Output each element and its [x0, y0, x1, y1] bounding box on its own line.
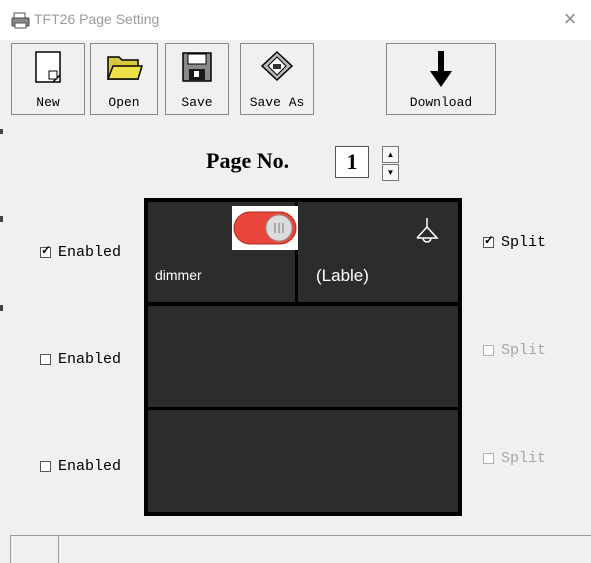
download-arrow-icon	[430, 51, 452, 87]
ceiling-lamp-icon	[416, 218, 439, 243]
page-number-input[interactable]: 1	[335, 146, 369, 178]
status-bar-divider	[58, 536, 59, 563]
row-3-split-label: Split	[501, 450, 547, 467]
status-bar	[10, 535, 591, 563]
status-bar-divider	[10, 536, 11, 563]
toggle-switch-icon[interactable]	[232, 206, 298, 250]
download-button-label: Download	[409, 95, 473, 110]
window-title: TFT26 Page Setting	[34, 11, 160, 27]
row-2-enabled-checkbox[interactable]: Enabled	[40, 351, 121, 368]
page-preview-panel: dimmer (Lable)	[144, 198, 462, 516]
new-button[interactable]: New	[11, 43, 85, 115]
checkbox-box[interactable]	[40, 243, 51, 258]
checkbox-box	[483, 345, 494, 356]
download-button[interactable]: Download	[386, 43, 496, 115]
row-2-split-checkbox: Split	[483, 342, 546, 359]
spin-down-arrow-icon[interactable]: ▼	[382, 164, 399, 181]
app-icon	[11, 12, 30, 29]
floppy-disk-icon	[182, 52, 212, 82]
save-button[interactable]: Save	[165, 43, 229, 115]
dimmer-label: dimmer	[155, 267, 202, 283]
row-1-enabled-checkbox[interactable]: Enabled	[40, 243, 122, 261]
new-document-icon	[35, 51, 61, 83]
edge-mark	[0, 129, 3, 134]
save-as-disk-icon	[260, 50, 294, 82]
row-3-enabled-label: Enabled	[58, 458, 122, 475]
cell-label: (Lable)	[316, 266, 369, 285]
edge-mark	[0, 216, 3, 222]
title-bar: TFT26 Page Setting ×	[0, 0, 591, 40]
cell-row3[interactable]	[148, 410, 458, 512]
open-button[interactable]: Open	[90, 43, 158, 115]
close-button[interactable]: ×	[557, 6, 583, 32]
row-3-enabled-checkbox[interactable]: Enabled	[40, 458, 121, 475]
save-button-label: Save	[181, 95, 213, 110]
open-button-label: Open	[108, 95, 140, 110]
row-1-split-label: Split	[501, 234, 547, 251]
row-1-split-checkbox[interactable]: Split	[483, 233, 547, 251]
row-2-split-label: Split	[501, 342, 547, 359]
checkbox-box[interactable]	[483, 233, 494, 248]
row-2-enabled-label: Enabled	[58, 351, 122, 368]
row-1-enabled-label: Enabled	[58, 244, 122, 261]
spin-up-arrow-icon[interactable]: ▲	[382, 146, 399, 163]
save-as-button-label: Save As	[249, 95, 305, 110]
cell-row1-right[interactable]: (Lable)	[298, 202, 458, 302]
new-button-label: New	[36, 95, 60, 110]
folder-icon	[106, 56, 144, 80]
edge-mark	[0, 305, 3, 311]
page-number-spinner[interactable]: ▲ ▼	[382, 146, 399, 181]
cell-row1-left[interactable]: dimmer	[148, 202, 298, 302]
save-as-button[interactable]: Save As	[240, 43, 314, 115]
checkbox-box[interactable]	[40, 461, 51, 472]
checkbox-box[interactable]	[40, 354, 51, 365]
page-number-label: Page No.	[206, 148, 290, 173]
cell-row2[interactable]	[148, 306, 458, 407]
checkbox-box	[483, 453, 494, 464]
row-3-split-checkbox: Split	[483, 450, 546, 467]
